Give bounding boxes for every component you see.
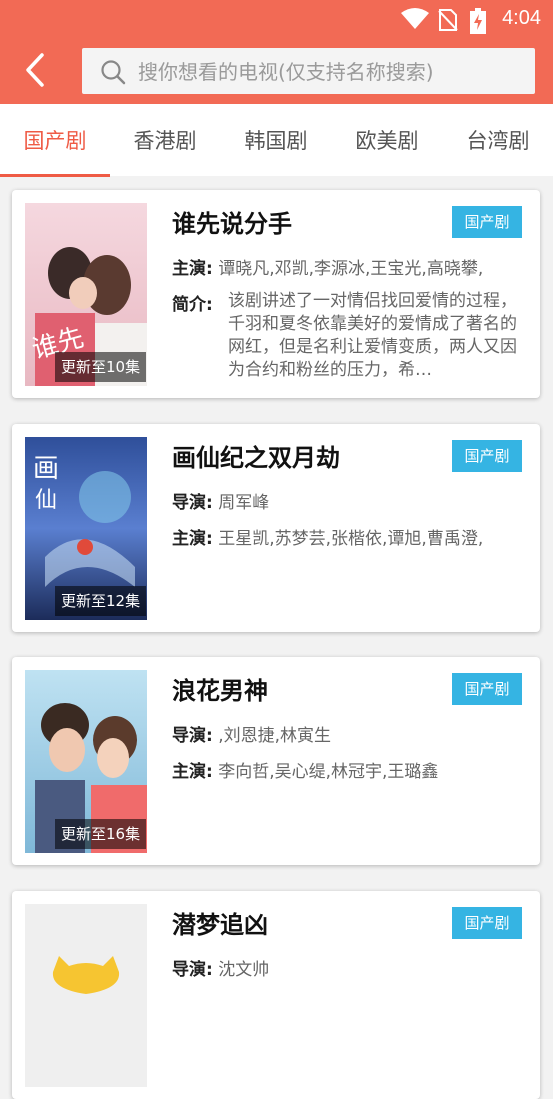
app-header: 4:04	[0, 0, 553, 104]
update-label: 更新至16集	[55, 819, 147, 849]
drama-card[interactable]: 潜梦追凶 国产剧 导演: 沈文帅	[12, 891, 540, 1099]
drama-poster[interactable]: 画 仙 更新至12集	[25, 437, 147, 620]
tab-hanguo[interactable]: 韩国剧	[221, 104, 331, 176]
director-value: 沈文帅	[218, 960, 270, 980]
status-time: 4:04	[502, 7, 541, 29]
drama-poster[interactable]: 更新至16集	[25, 670, 147, 853]
drama-card[interactable]: 画 仙 更新至12集 画仙纪之双月劫 国产剧 导演: 周军峰 主演: 王星凯,苏…	[12, 424, 540, 632]
cast-value: 李向哲,吴心缇,林冠宇,王璐鑫	[218, 762, 439, 782]
cast-row: 主演: 王星凯,苏梦芸,张楷依,谭旭,曹禹澄,	[172, 524, 483, 549]
category-badge: 国产剧	[452, 206, 522, 238]
category-badge: 国产剧	[452, 440, 522, 472]
tab-guochan[interactable]: 国产剧	[0, 104, 110, 176]
tab-oumei[interactable]: 欧美剧	[332, 104, 442, 176]
search-input[interactable]	[136, 48, 520, 96]
search-icon	[100, 59, 126, 89]
svg-text:仙: 仙	[35, 488, 57, 513]
update-label: 更新至10集	[55, 352, 147, 382]
drama-poster-placeholder[interactable]	[25, 904, 147, 1087]
drama-title: 谁先说分手	[172, 210, 292, 238]
svg-text:画: 画	[33, 454, 59, 484]
synopsis-label: 简介:	[172, 295, 213, 315]
search-box[interactable]	[82, 48, 535, 96]
category-badge: 国产剧	[452, 673, 522, 705]
director-label: 导演:	[172, 493, 213, 513]
drama-card[interactable]: 更新至16集 浪花男神 国产剧 导演: ,刘恩捷,林寅生 主演: 李向哲,吴心缇…	[12, 657, 540, 865]
synopsis-text: 该剧讲述了一对情侣找回爱情的过程，千羽和夏冬依靠美好的爱情成了著名的网红，但是名…	[228, 291, 517, 380]
director-row: 导演: ,刘恩捷,林寅生	[172, 721, 331, 746]
cast-label: 主演:	[172, 529, 213, 549]
synopsis: 简介: 该剧讲述了一对情侣找回爱情的过程，千羽和夏冬依靠美好的爱情成了著名的网红…	[172, 290, 527, 382]
director-row: 导演: 沈文帅	[172, 955, 269, 980]
no-sim-icon	[438, 8, 458, 36]
update-label: 更新至12集	[55, 586, 147, 616]
drama-list: 谁先 更新至10集 谁先说分手 国产剧 主演: 谭晓凡,邓凯,李源冰,王宝光,高…	[0, 178, 553, 1099]
cast-row: 主演: 谭晓凡,邓凯,李源冰,王宝光,高晓攀,	[172, 254, 483, 279]
tab-taiwan[interactable]: 台湾剧	[443, 104, 553, 176]
battery-charging-icon	[470, 8, 486, 38]
cast-label: 主演:	[172, 259, 213, 279]
drama-title: 潜梦追凶	[172, 911, 268, 939]
tab-xianggang[interactable]: 香港剧	[110, 104, 220, 176]
director-label: 导演:	[172, 726, 213, 746]
director-value: ,刘恩捷,林寅生	[218, 726, 332, 746]
director-row: 导演: 周军峰	[172, 488, 269, 513]
cast-value: 谭晓凡,邓凯,李源冰,王宝光,高晓攀,	[218, 259, 484, 279]
cast-value: 王星凯,苏梦芸,张楷依,谭旭,曹禹澄,	[218, 529, 484, 549]
active-tab-indicator	[0, 174, 110, 177]
director-value: 周军峰	[218, 493, 270, 513]
cast-row: 主演: 李向哲,吴心缇,林冠宇,王璐鑫	[172, 757, 438, 782]
status-bar: 4:04	[0, 0, 553, 38]
drama-poster[interactable]: 谁先 更新至10集	[25, 203, 147, 386]
cast-label: 主演:	[172, 762, 213, 782]
director-label: 导演:	[172, 960, 213, 980]
drama-card[interactable]: 谁先 更新至10集 谁先说分手 国产剧 主演: 谭晓凡,邓凯,李源冰,王宝光,高…	[12, 190, 540, 398]
drama-title: 浪花男神	[172, 677, 268, 705]
drama-title: 画仙纪之双月劫	[172, 444, 340, 472]
category-tabs: 国产剧 香港剧 韩国剧 欧美剧 台湾剧	[0, 104, 553, 176]
category-badge: 国产剧	[452, 907, 522, 939]
back-button[interactable]	[22, 52, 52, 88]
wifi-icon	[400, 8, 430, 34]
